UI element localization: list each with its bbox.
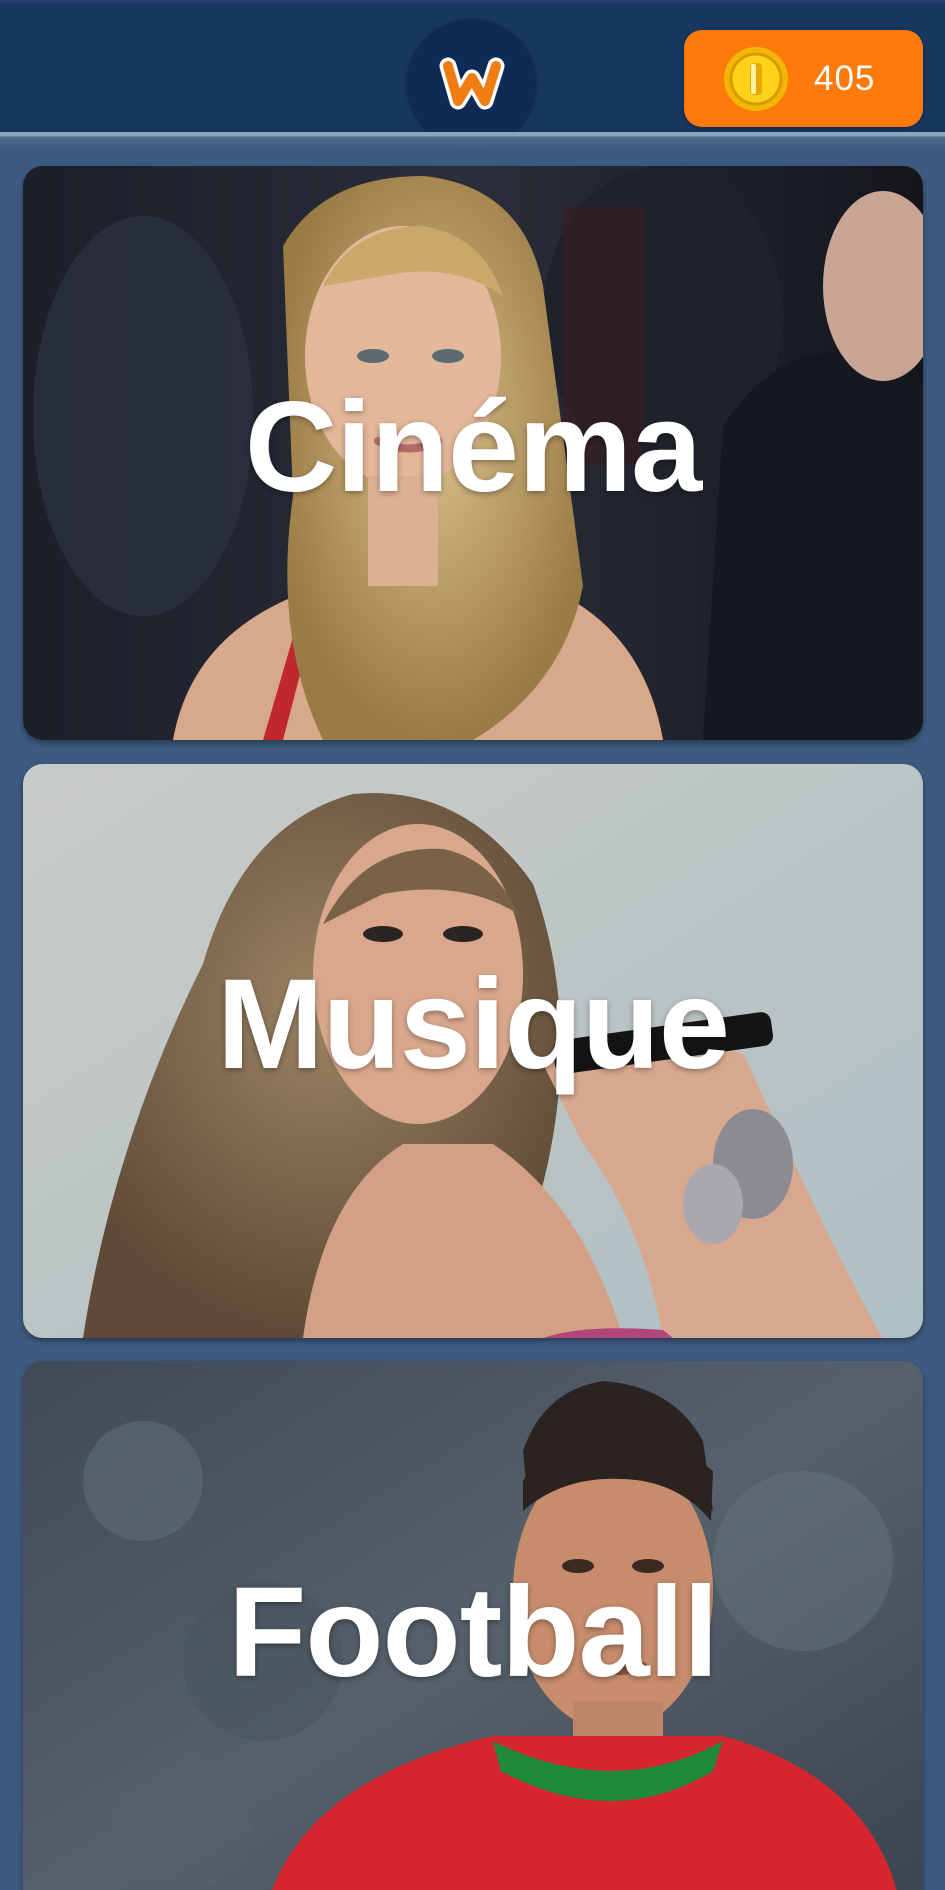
category-label-cinema: Cinéma xyxy=(244,375,702,519)
category-card-football[interactable]: Football xyxy=(23,1361,923,1890)
header-divider xyxy=(0,132,945,150)
gold-coin-icon xyxy=(724,47,788,111)
category-card-cinema[interactable]: Cinéma xyxy=(23,166,923,740)
coin-count: 405 xyxy=(814,59,876,98)
category-label-musique: Musique xyxy=(216,952,730,1096)
category-label-football: Football xyxy=(228,1561,719,1704)
top-bar: 405 xyxy=(0,0,945,148)
w-logo-icon xyxy=(439,57,504,109)
app-logo[interactable] xyxy=(407,19,536,148)
coin-balance-badge[interactable]: 405 xyxy=(684,30,923,127)
category-card-musique[interactable]: Musique xyxy=(23,764,923,1338)
